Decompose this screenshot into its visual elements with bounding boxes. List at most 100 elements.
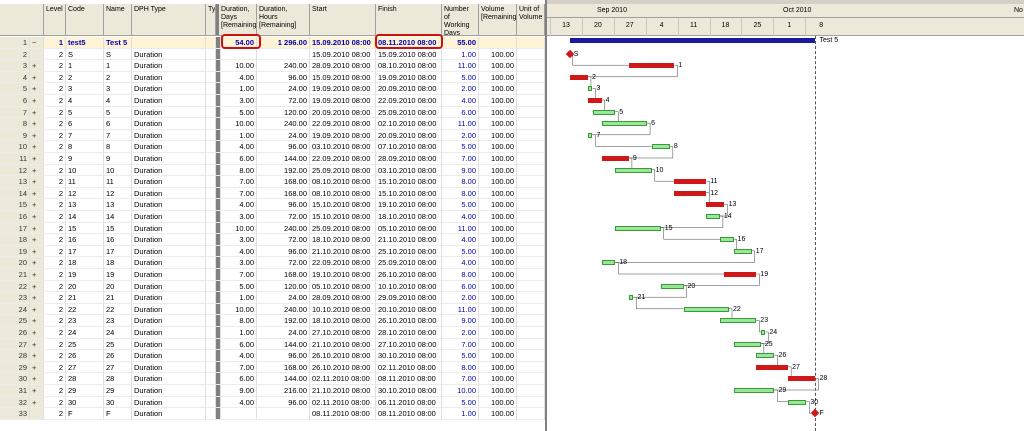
table-row[interactable]: 23 +2 21 21 Duration 1.00 24.00 28.09.2010 08:0… xyxy=(0,292,545,304)
task-bar[interactable] xyxy=(587,132,593,138)
task-bar[interactable] xyxy=(601,260,616,266)
table-row[interactable]: 13 +2 11 11 Duration 7.00 168.00 08.10.2010 08:… xyxy=(0,176,545,188)
task-bar[interactable] xyxy=(733,248,752,254)
task-bar[interactable] xyxy=(628,295,634,301)
task-bar[interactable] xyxy=(683,306,729,312)
task-bar[interactable] xyxy=(615,167,652,173)
expand-toggle[interactable]: + xyxy=(30,141,44,153)
table-row[interactable]: 27 +2 25 25 Duration 6.00 144.00 21.10.2010 08:… xyxy=(0,338,545,351)
summary-row[interactable]: 1−1 test5 Test 5 54.00 1 296.00 15.09.2010 08… xyxy=(0,37,545,49)
critical-task-bar[interactable] xyxy=(756,364,789,370)
expand-toggle[interactable]: + xyxy=(30,211,44,223)
table-row[interactable]: 4 +2 2 2 Duration 4.00 96.00 15.09.2010 08:00 19… xyxy=(0,71,545,84)
col-header-duration-hours[interactable]: Duration, Hours [Remaining] xyxy=(257,4,310,36)
expand-toggle[interactable]: + xyxy=(30,118,44,130)
task-bar[interactable] xyxy=(601,121,648,127)
critical-task-bar[interactable] xyxy=(674,190,707,196)
table-row[interactable]: 33 2 F F Duration 08.11.2010 08:00 08.11.2010 … xyxy=(0,408,545,420)
critical-task-bar[interactable] xyxy=(587,98,602,103)
task-bar[interactable] xyxy=(706,214,720,219)
expand-toggle[interactable]: + xyxy=(30,245,44,258)
expand-toggle[interactable]: + xyxy=(30,396,44,409)
critical-task-bar[interactable] xyxy=(628,63,675,69)
summary-bar[interactable] xyxy=(569,38,816,43)
col-header-working-days[interactable]: Number of Working Days xyxy=(442,4,479,36)
task-bar[interactable] xyxy=(733,341,761,347)
col-header-code[interactable]: Code xyxy=(66,4,104,36)
task-bar[interactable] xyxy=(760,330,766,335)
table-row[interactable]: 10 +2 8 8 Duration 4.00 96.00 03.10.2010 08:00 0… xyxy=(0,141,545,153)
table-row[interactable]: 31 +2 29 29 Duration 9.00 216.00 21.10.2010 08:… xyxy=(0,385,545,397)
expand-toggle[interactable]: + xyxy=(30,187,44,200)
expand-toggle[interactable]: + xyxy=(30,234,44,246)
table-row[interactable]: 6 +2 4 4 Duration 3.00 72.00 19.09.2010 08:00 22… xyxy=(0,95,545,107)
task-bar[interactable] xyxy=(651,144,670,150)
task-bar[interactable] xyxy=(756,353,775,359)
expand-toggle[interactable]: + xyxy=(30,60,44,72)
table-row[interactable]: 12 +2 10 10 Duration 8.00 192.00 25.09.2010 08:… xyxy=(0,164,545,177)
col-header-start[interactable]: Start xyxy=(310,4,376,36)
table-row[interactable]: 21 +2 19 19 Duration 7.00 168.00 19.10.2010 08:… xyxy=(0,269,545,281)
col-header-dph-type[interactable]: DPH Type xyxy=(132,4,206,36)
table-row[interactable]: 30 +2 28 28 Duration 6.00 144.00 02.11.2010 08:… xyxy=(0,373,545,385)
table-row[interactable]: 22 +2 20 20 Duration 5.00 120.00 05.10.2010 08:… xyxy=(0,280,545,293)
expand-toggle[interactable]: + xyxy=(30,385,44,397)
table-row[interactable]: 8 +2 6 6 Duration 10.00 240.00 22.09.2010 08:00… xyxy=(0,118,545,130)
table-row[interactable]: 32 +2 30 30 Duration 4.00 96.00 02.11.2010 08:0… xyxy=(0,396,545,409)
table-row[interactable]: 26 +2 24 24 Duration 1.00 24.00 27.10.2010 08:0… xyxy=(0,327,545,339)
col-header-ty[interactable]: Ty xyxy=(206,4,216,36)
table-row[interactable]: 16 +2 14 14 Duration 3.00 72.00 15.10.2010 08:0… xyxy=(0,211,545,223)
expand-toggle[interactable]: + xyxy=(30,327,44,339)
table-row[interactable]: 14 +2 12 12 Duration 7.00 168.00 08.10.2010 08:… xyxy=(0,187,545,200)
task-bar[interactable] xyxy=(615,225,661,231)
critical-task-bar[interactable] xyxy=(601,156,629,161)
table-row[interactable]: 25 +2 23 23 Duration 8.00 192.00 18.10.2010 08:… xyxy=(0,315,545,327)
col-header-level[interactable]: Level xyxy=(44,4,66,36)
critical-task-bar[interactable] xyxy=(724,272,757,277)
table-row[interactable]: 20 +2 18 18 Duration 3.00 72.00 22.09.2010 08:0… xyxy=(0,257,545,269)
critical-task-bar[interactable] xyxy=(569,74,588,80)
table-row[interactable]: 19 +2 17 17 Duration 4.00 96.00 21.10.2010 08:0… xyxy=(0,245,545,258)
expand-toggle[interactable]: + xyxy=(30,83,44,95)
expand-toggle[interactable]: + xyxy=(30,222,44,235)
critical-task-bar[interactable] xyxy=(706,202,725,208)
task-bar[interactable] xyxy=(719,318,757,324)
expand-toggle[interactable]: − xyxy=(30,37,44,49)
expand-toggle[interactable]: + xyxy=(30,269,44,281)
table-row[interactable]: 5 +2 3 3 Duration 1.00 24.00 19.09.2010 08:00 20… xyxy=(0,83,545,95)
expand-toggle[interactable]: + xyxy=(30,361,44,374)
task-bar[interactable] xyxy=(733,388,775,393)
table-row[interactable]: 18 +2 16 16 Duration 3.00 72.00 18.10.2010 08:0… xyxy=(0,234,545,246)
expand-toggle[interactable]: + xyxy=(30,315,44,327)
expand-toggle[interactable]: + xyxy=(30,153,44,165)
expand-toggle[interactable]: + xyxy=(30,95,44,107)
task-bar[interactable] xyxy=(660,283,684,289)
expand-toggle[interactable]: + xyxy=(30,373,44,385)
task-bar[interactable] xyxy=(719,237,734,243)
col-header-unit-volume[interactable]: Unit of Volume xyxy=(517,4,545,36)
expand-toggle[interactable]: + xyxy=(30,292,44,304)
expand-toggle[interactable]: + xyxy=(30,280,44,293)
expand-toggle[interactable]: + xyxy=(30,303,44,316)
expand-toggle[interactable]: + xyxy=(30,164,44,177)
table-row[interactable]: 7 +2 5 5 Duration 5.00 120.00 20.09.2010 08:00 2… xyxy=(0,106,545,119)
expand-toggle[interactable]: + xyxy=(30,71,44,84)
expand-toggle[interactable]: + xyxy=(30,257,44,269)
table-row[interactable]: 11 +2 9 9 Duration 6.00 144.00 22.09.2010 08:00… xyxy=(0,153,545,165)
expand-toggle[interactable] xyxy=(30,48,44,61)
critical-task-bar[interactable] xyxy=(674,179,707,185)
col-header-duration-days[interactable]: Duration, Days [Remaining] xyxy=(219,4,257,36)
expand-toggle[interactable]: + xyxy=(30,199,44,211)
expand-toggle[interactable] xyxy=(30,408,44,420)
expand-toggle[interactable]: + xyxy=(30,338,44,351)
expand-toggle[interactable]: + xyxy=(30,176,44,188)
col-header-finish[interactable]: Finish xyxy=(376,4,442,36)
table-row[interactable]: 28 +2 26 26 Duration 4.00 96.00 26.10.2010 08:0… xyxy=(0,350,545,362)
col-header-name[interactable]: Name xyxy=(104,4,132,36)
task-bar[interactable] xyxy=(592,109,616,115)
task-bar[interactable] xyxy=(788,399,807,405)
expand-toggle[interactable]: + xyxy=(30,106,44,119)
table-row[interactable]: 24 +2 22 22 Duration 10.00 240.00 10.10.2010 08… xyxy=(0,303,545,316)
expand-toggle[interactable]: + xyxy=(30,129,44,142)
table-row[interactable]: 15 +2 13 13 Duration 4.00 96.00 15.10.2010 08:0… xyxy=(0,199,545,211)
